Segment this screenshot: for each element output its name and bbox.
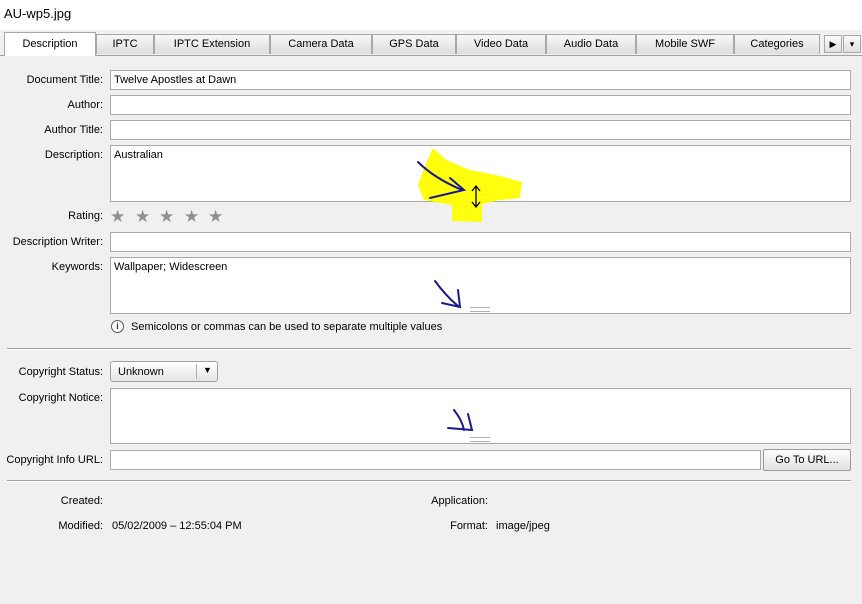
tab-bar: Description IPTC IPTC Extension Camera D…	[0, 30, 862, 56]
dropdown-separator	[196, 364, 197, 379]
tab-audio-data[interactable]: Audio Data	[546, 34, 636, 54]
tab-categories[interactable]: Categories	[734, 34, 820, 54]
rating-label: Rating:	[68, 210, 103, 222]
description-writer-field[interactable]	[110, 232, 851, 252]
keywords-resize-grip[interactable]	[470, 307, 490, 312]
author-title-field[interactable]	[110, 120, 851, 140]
rating-star-3-icon[interactable]: ★	[159, 207, 174, 227]
copyright-url-field[interactable]	[110, 450, 761, 470]
modified-value: 05/02/2009 – 12:55:04 PM	[112, 520, 242, 532]
modified-label: Modified:	[58, 520, 103, 532]
keywords-field[interactable]: Wallpaper; Widescreen	[110, 257, 851, 314]
copyright-status-dropdown[interactable]: Unknown ▼	[110, 361, 218, 382]
window-titlebar: AU-wp5.jpg	[0, 0, 862, 30]
copyright-notice-field[interactable]	[110, 388, 851, 444]
tab-video-data[interactable]: Video Data	[456, 34, 546, 54]
tab-camera-data[interactable]: Camera Data	[270, 34, 372, 54]
description-label: Description:	[44, 149, 103, 161]
chevron-down-icon: ▼	[203, 365, 212, 375]
section-divider	[7, 480, 851, 482]
window-title: AU-wp5.jpg	[4, 6, 72, 21]
created-label: Created:	[60, 495, 103, 507]
tab-iptc-extension[interactable]: IPTC Extension	[154, 34, 270, 54]
tab-description[interactable]: Description	[4, 32, 96, 56]
description-writer-label: Description Writer:	[12, 236, 103, 248]
tab-menu-icon[interactable]: ▾	[843, 35, 861, 53]
rating-star-2-icon[interactable]: ★	[135, 207, 150, 227]
info-icon: i	[111, 320, 124, 333]
format-label: Format:	[450, 520, 488, 532]
document-title-field[interactable]: Twelve Apostles at Dawn	[110, 70, 851, 90]
description-resize-grip[interactable]	[470, 195, 490, 200]
tab-iptc[interactable]: IPTC	[96, 34, 154, 54]
author-title-label: Author Title:	[44, 124, 103, 136]
tab-gps-data[interactable]: GPS Data	[372, 34, 456, 54]
keywords-hint: Semicolons or commas can be used to sepa…	[131, 321, 443, 333]
document-title-label: Document Title:	[26, 74, 103, 86]
rating-star-5-icon[interactable]: ★	[208, 207, 223, 227]
section-divider	[7, 348, 851, 350]
copyright-status-label: Copyright Status:	[18, 366, 103, 378]
application-label: Application:	[431, 495, 488, 507]
copyright-notice-label: Copyright Notice:	[18, 392, 103, 404]
rating-star-1-icon[interactable]: ★	[110, 207, 125, 227]
rating-star-4-icon[interactable]: ★	[184, 207, 199, 227]
copyright-notice-resize-grip[interactable]	[470, 437, 490, 442]
copyright-url-label: Copyright Info URL:	[6, 454, 103, 466]
format-value: image/jpeg	[496, 520, 550, 532]
tab-scroll-next-icon[interactable]: ▶	[824, 35, 842, 53]
copyright-status-value: Unknown	[118, 366, 164, 378]
author-field[interactable]	[110, 95, 851, 115]
description-field[interactable]: Australian	[110, 145, 851, 202]
keywords-label: Keywords:	[51, 261, 103, 273]
tab-mobile-swf[interactable]: Mobile SWF	[636, 34, 734, 54]
author-label: Author:	[67, 99, 103, 111]
go-to-url-button[interactable]: Go To URL...	[763, 449, 851, 471]
